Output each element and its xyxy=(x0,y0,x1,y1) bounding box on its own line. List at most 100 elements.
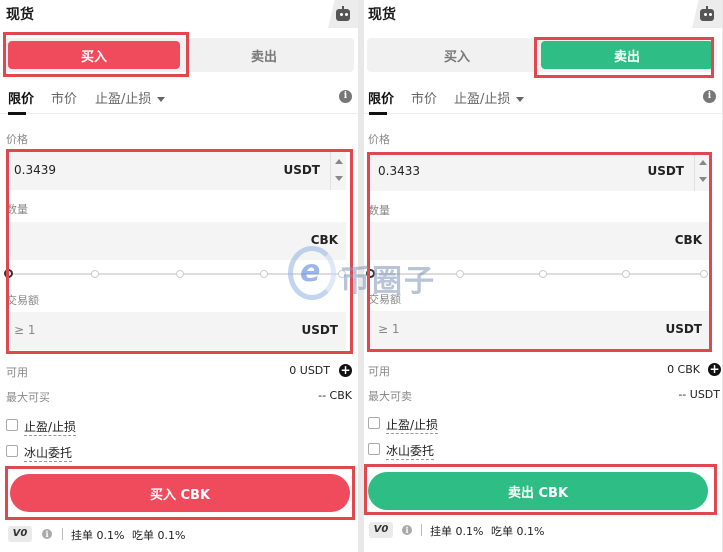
price-stepper[interactable] xyxy=(330,152,346,190)
sell-submit-button[interactable]: 卖出 CBK xyxy=(368,472,708,510)
total-label: 交易额 xyxy=(6,294,39,307)
info-icon[interactable]: i xyxy=(703,90,716,103)
price-label: 价格 xyxy=(368,133,390,146)
price-label: 价格 xyxy=(6,133,28,146)
tab-tpsl-label: 止盈/止损 xyxy=(454,92,511,107)
increment-icon[interactable] xyxy=(699,160,707,165)
slider-mark[interactable] xyxy=(456,270,464,278)
total-input[interactable]: ≥ 1 USDT xyxy=(6,312,346,350)
tab-tpsl-label: 止盈/止损 xyxy=(95,92,152,107)
tab-market[interactable]: 市价 xyxy=(411,88,437,107)
slider-mark[interactable] xyxy=(176,270,184,278)
plus-icon[interactable]: + xyxy=(708,363,721,376)
vip-level-badge[interactable]: V0 xyxy=(8,526,32,542)
price-unit: USDT xyxy=(647,164,684,178)
tab-tpsl[interactable]: 止盈/止损 xyxy=(454,88,525,107)
tab-tpsl[interactable]: 止盈/止损 xyxy=(95,88,166,107)
robot-icon[interactable] xyxy=(699,6,715,21)
order-type-tabs: 限价 市价 止盈/止损 i xyxy=(0,86,358,115)
tab-sell[interactable]: 卖出 xyxy=(178,41,350,69)
vip-level-badge[interactable]: V0 xyxy=(369,522,393,538)
iceberg-checkbox[interactable] xyxy=(6,445,18,457)
maker-fee: 挂单 0.1% xyxy=(71,529,125,542)
price-value: 0.3433 xyxy=(378,164,420,178)
amount-input[interactable]: CBK xyxy=(370,222,710,260)
slider-mark[interactable] xyxy=(622,270,630,278)
slider-mark[interactable] xyxy=(700,270,708,278)
panel-header: 现货 xyxy=(0,0,358,28)
info-icon[interactable]: i xyxy=(42,529,52,539)
chevron-down-icon xyxy=(157,97,166,102)
tab-sell[interactable]: 卖出 xyxy=(541,41,713,69)
panel-title: 现货 xyxy=(6,7,34,23)
price-value: 0.3439 xyxy=(14,163,56,177)
iceberg-checkbox[interactable] xyxy=(368,443,380,455)
amount-label: 数量 xyxy=(368,204,390,217)
price-input[interactable]: 0.3439 USDT xyxy=(6,152,346,190)
divider xyxy=(421,524,422,536)
buy-panel: 现货 买入 卖出 限价 市价 止盈/止损 i 价格 0.3439 USDT 数量… xyxy=(0,0,358,552)
slider-track xyxy=(370,273,706,275)
amount-slider[interactable] xyxy=(4,268,346,280)
chevron-down-icon xyxy=(516,97,525,102)
order-type-tabs: 限价 市价 止盈/止损 i xyxy=(364,86,722,115)
amount-unit: CBK xyxy=(310,233,338,247)
available-label: 可用 xyxy=(368,365,390,378)
price-input[interactable]: 0.3433 USDT xyxy=(370,153,710,191)
decrement-icon[interactable] xyxy=(335,176,343,181)
tpsl-checkbox[interactable] xyxy=(368,417,380,429)
slider-mark[interactable] xyxy=(539,270,547,278)
slider-knob[interactable] xyxy=(4,269,13,278)
decrement-icon[interactable] xyxy=(699,177,707,182)
increment-icon[interactable] xyxy=(335,159,343,164)
plus-icon[interactable]: + xyxy=(339,364,352,377)
tab-buy[interactable]: 买入 xyxy=(8,41,180,69)
tab-limit[interactable]: 限价 xyxy=(368,88,394,107)
slider-mark[interactable] xyxy=(91,270,99,278)
amount-label: 数量 xyxy=(6,203,28,216)
max-label: 最大可卖 xyxy=(368,390,412,403)
sell-panel: 现货 买入 卖出 限价 市价 止盈/止损 i 价格 0.3433 USDT 数量… xyxy=(364,0,722,552)
total-unit: USDT xyxy=(301,323,338,337)
max-label: 最大可买 xyxy=(6,391,50,404)
side-toggle: 买入 卖出 xyxy=(367,38,717,72)
divider xyxy=(62,528,63,540)
available-label: 可用 xyxy=(6,366,28,379)
taker-fee: 吃单 0.1% xyxy=(491,525,545,538)
total-placeholder: ≥ 1 xyxy=(378,322,400,336)
side-toggle: 买入 卖出 xyxy=(4,38,354,72)
info-icon[interactable]: i xyxy=(339,90,352,103)
available-value: 0 CBK xyxy=(667,363,700,376)
max-value: -- USDT xyxy=(678,388,720,401)
max-value: -- CBK xyxy=(318,389,352,402)
tab-limit[interactable]: 限价 xyxy=(8,88,34,107)
info-icon[interactable]: i xyxy=(402,525,412,535)
total-input[interactable]: ≥ 1 USDT xyxy=(370,311,710,349)
tpsl-checkbox-label[interactable]: 止盈/止损 xyxy=(386,416,439,434)
amount-unit: CBK xyxy=(674,233,702,247)
tab-market[interactable]: 市价 xyxy=(51,88,77,107)
tab-buy[interactable]: 买入 xyxy=(371,41,543,69)
buy-submit-button[interactable]: 买入 CBK xyxy=(10,474,350,512)
robot-icon[interactable] xyxy=(335,6,351,21)
amount-slider[interactable] xyxy=(366,268,708,280)
tpsl-checkbox[interactable] xyxy=(6,419,18,431)
maker-fee: 挂单 0.1% xyxy=(430,525,484,538)
iceberg-checkbox-label[interactable]: 冰山委托 xyxy=(386,442,435,460)
slider-knob[interactable] xyxy=(366,269,375,278)
tpsl-checkbox-label[interactable]: 止盈/止损 xyxy=(24,418,77,436)
taker-fee: 吃单 0.1% xyxy=(132,529,186,542)
amount-input[interactable]: CBK xyxy=(6,222,346,260)
total-unit: USDT xyxy=(665,322,702,336)
price-stepper[interactable] xyxy=(694,153,710,191)
panel-title: 现货 xyxy=(368,7,396,23)
panel-header: 现货 xyxy=(364,0,722,28)
total-placeholder: ≥ 1 xyxy=(14,323,36,337)
active-tab-underline xyxy=(369,112,387,115)
available-value: 0 USDT xyxy=(289,364,330,377)
price-unit: USDT xyxy=(283,163,320,177)
slider-mark[interactable] xyxy=(260,270,268,278)
total-label: 交易额 xyxy=(368,293,401,306)
slider-mark[interactable] xyxy=(338,270,346,278)
iceberg-checkbox-label[interactable]: 冰山委托 xyxy=(24,444,73,462)
